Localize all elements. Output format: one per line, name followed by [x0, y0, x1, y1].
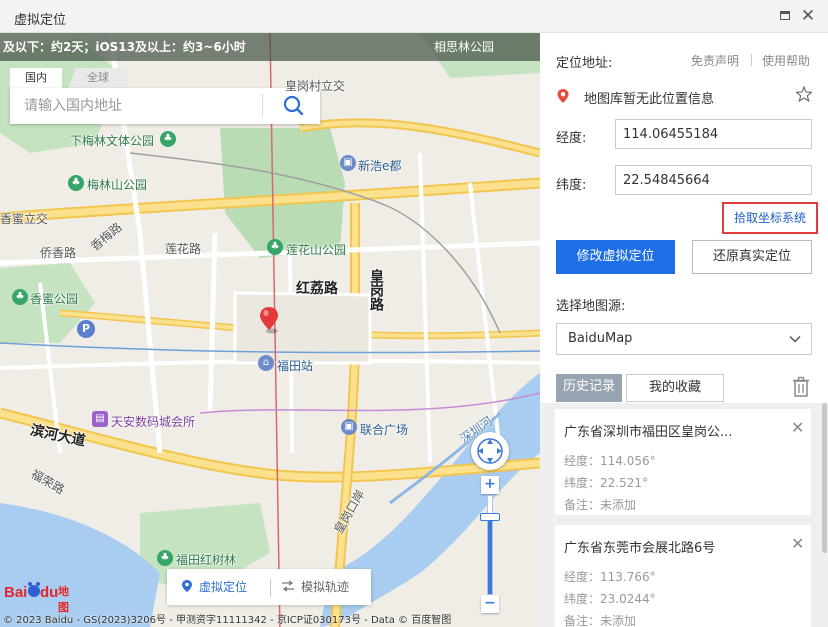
history-item-title: 广东省深圳市福田区皇岗公... — [564, 425, 733, 440]
trash-icon[interactable] — [791, 376, 811, 398]
map-copyright: © 2023 Baidu - GS(2023)3206号 - 甲测资字11111… — [3, 615, 452, 626]
longitude-input[interactable] — [615, 119, 812, 149]
history-item-lng: 经度：113.766° — [564, 570, 656, 584]
favorite-star-icon[interactable] — [796, 86, 812, 102]
map-label: 福田站 — [277, 359, 314, 373]
notice-poi-label: 相思林公园 — [434, 40, 495, 54]
map-label: 天安数码城会所 — [111, 415, 196, 429]
route-simulation-label: 模拟轨迹 — [301, 580, 350, 594]
delete-history-button[interactable]: ✕ — [791, 536, 804, 552]
longitude-label: 经度: — [556, 131, 587, 146]
mode-bar: 虚拟定位 模拟轨迹 — [167, 569, 371, 605]
map-label: 莲花山公园 — [286, 243, 347, 257]
latitude-label: 纬度: — [556, 178, 587, 193]
map-label: 香蜜立交 — [0, 212, 49, 226]
zoom-level-fill — [488, 518, 492, 594]
history-item-lng: 经度：114.056° — [564, 454, 656, 468]
park-icon: ♣ — [267, 239, 283, 255]
tab-domestic[interactable]: 国内 — [10, 68, 62, 88]
history-item-note: 备注：未添加 — [564, 498, 637, 512]
station-icon: ⌂ — [258, 355, 274, 371]
virtual-location-mode[interactable]: 虚拟定位 — [181, 569, 247, 605]
map-label: 皇岗路 — [368, 269, 384, 311]
help-link[interactable]: 使用帮助 — [762, 52, 810, 69]
maximize-icon — [780, 11, 790, 20]
history-item[interactable]: 广东省东莞市会展北路6号 ✕ 经度：113.766° 纬度：23.0244° 备… — [555, 525, 811, 627]
parking-icon: P — [77, 320, 95, 338]
search-tabs: 国内 全球 — [10, 68, 320, 88]
disclaimer-link[interactable]: 免责声明 — [691, 52, 739, 69]
building-icon: ▤ — [92, 411, 108, 427]
settings-panel: 定位地址: 免责声明 使用帮助 地图库暂无此位置信息 经度: 纬度: 拾取坐标系… — [540, 33, 828, 627]
restore-location-button[interactable]: 还原真实定位 — [692, 240, 812, 274]
map-label: 香蜜公园 — [30, 292, 79, 306]
location-row: 地图库暂无此位置信息 — [556, 86, 816, 107]
notice-text: 及以下：约2天；iOS13及以上：约3~6小时 — [3, 40, 246, 54]
modify-location-button[interactable]: 修改虚拟定位 — [556, 240, 675, 274]
park-icon: ♣ — [12, 289, 28, 305]
tab-global[interactable]: 全球 — [68, 68, 128, 88]
app-window: 虚拟定位 ✕ 及以下：约2天；iOS13及以上：约3~6小时 相思林公园 国内 … — [0, 0, 828, 627]
virtual-location-label: 虚拟定位 — [199, 580, 248, 594]
zoom-out-button[interactable]: − — [481, 595, 499, 613]
tab-history[interactable]: 历史记录 — [556, 374, 622, 402]
map-pin-icon — [557, 89, 569, 103]
latitude-input[interactable] — [615, 165, 812, 195]
tab-favorites[interactable]: 我的收藏 — [626, 374, 724, 402]
map-label: 红荔路 — [296, 281, 338, 297]
building-icon: ▣ — [340, 155, 356, 171]
location-icon — [182, 580, 192, 592]
title-bar: 虚拟定位 ✕ — [0, 0, 828, 33]
map-source-label: 选择地图源: — [556, 299, 626, 314]
history-item[interactable]: 广东省深圳市福田区皇岗公... ✕ 经度：114.056° 纬度：22.521°… — [555, 409, 811, 515]
park-icon: ♣ — [160, 131, 176, 147]
zoom-handle[interactable] — [480, 513, 500, 521]
history-tabs: 历史记录 我的收藏 — [556, 374, 726, 402]
pick-coordinates-link[interactable]: 拾取坐标系统 — [722, 202, 818, 234]
map-label: 联合广场 — [360, 423, 409, 437]
history-item-note: 备注：未添加 — [564, 614, 637, 627]
map-label: 福田红树林 — [176, 553, 237, 567]
search-bar — [10, 88, 320, 124]
park-icon: ♣ — [157, 550, 173, 566]
link-separator — [751, 54, 752, 66]
route-simulation-mode[interactable]: 模拟轨迹 — [281, 569, 349, 605]
map-source-select[interactable]: BaiduMap — [556, 323, 812, 355]
map-label: 下梅林文体公园 — [70, 134, 155, 148]
zoom-slider[interactable] — [487, 495, 493, 595]
park-icon: ♣ — [68, 175, 84, 191]
map-label: 侨香路 — [40, 246, 77, 260]
mode-divider — [270, 579, 271, 597]
location-pin-icon[interactable] — [258, 305, 282, 335]
svg-text:du: du — [40, 584, 58, 601]
compass-icon — [477, 438, 503, 464]
zoom-in-button[interactable]: + — [481, 476, 499, 494]
map-source-value: BaiduMap — [568, 331, 633, 346]
svg-text:Bai: Bai — [4, 584, 27, 601]
history-item-lat: 纬度：22.521° — [564, 476, 648, 490]
building-icon: ▣ — [341, 419, 357, 435]
delete-history-button[interactable]: ✕ — [791, 420, 804, 436]
search-input[interactable] — [10, 88, 262, 124]
history-item-title: 广东省东莞市会展北路6号 — [564, 541, 716, 556]
map-view[interactable]: 及以下：约2天；iOS13及以上：约3~6小时 相思林公园 国内 全球 皇岗村立 — [0, 33, 540, 627]
location-text: 地图库暂无此位置信息 — [584, 92, 715, 107]
window-title: 虚拟定位 — [14, 13, 67, 28]
maximize-button[interactable] — [774, 6, 796, 26]
route-icon — [282, 580, 294, 592]
map-label: 新浩e都 — [358, 159, 402, 173]
address-label: 定位地址: — [556, 56, 613, 71]
baidu-logo: Bai du 地图 — [4, 578, 76, 614]
map-label: 莲花路 — [165, 242, 202, 256]
history-list[interactable]: 广东省深圳市福田区皇岗公... ✕ 经度：114.056° 纬度：22.521°… — [540, 403, 828, 627]
chevron-down-icon — [789, 335, 801, 343]
close-button[interactable]: ✕ — [797, 6, 819, 26]
history-scrollbar[interactable] — [822, 403, 827, 553]
pan-control[interactable] — [471, 432, 509, 470]
history-item-lat: 纬度：23.0244° — [564, 592, 656, 606]
map-label: 梅林山公园 — [87, 178, 148, 192]
search-divider — [262, 94, 263, 118]
map-label: 皇岗村立交 — [285, 79, 346, 93]
notice-banner: 及以下：约2天；iOS13及以上：约3~6小时 相思林公园 — [0, 33, 540, 61]
